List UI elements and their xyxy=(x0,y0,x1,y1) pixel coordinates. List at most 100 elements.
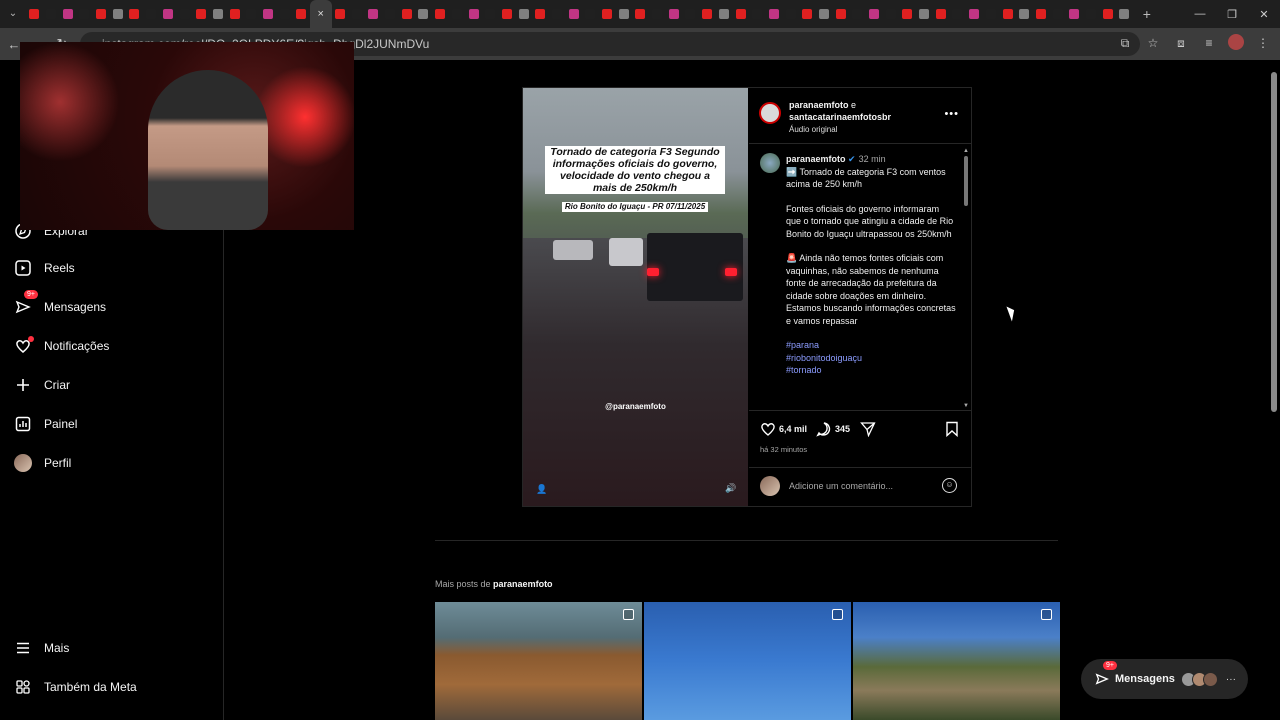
browser-tab[interactable] xyxy=(365,0,382,28)
caption-author[interactable]: paranaemfoto xyxy=(786,154,846,164)
hashtag-link[interactable]: #riobonitodoiguaçu xyxy=(786,352,956,365)
browser-tab[interactable] xyxy=(532,0,549,28)
browser-tab[interactable] xyxy=(1083,0,1100,28)
browser-tab[interactable] xyxy=(243,0,260,28)
post-thumbnail[interactable] xyxy=(853,602,1060,720)
tagged-user-icon[interactable]: 👤 xyxy=(536,484,547,495)
sidebar-item-more[interactable]: Mais xyxy=(14,639,69,657)
coauthor-link[interactable]: santacatarinaemfotosbr xyxy=(789,112,891,122)
browser-tab[interactable] xyxy=(949,0,966,28)
post-thumbnail[interactable] xyxy=(644,602,851,720)
audio-label[interactable]: Áudio original xyxy=(789,125,837,134)
new-tab-button[interactable]: + xyxy=(1143,6,1151,22)
extensions-icon[interactable]: ⧈ xyxy=(1172,34,1190,52)
browser-tab[interactable] xyxy=(59,0,76,28)
browser-tab[interactable] xyxy=(109,0,126,28)
browser-tab[interactable] xyxy=(983,0,1000,28)
browser-tab[interactable] xyxy=(565,0,582,28)
bookmark-star-icon[interactable]: ☆ xyxy=(1144,34,1162,52)
browser-tab[interactable] xyxy=(415,0,432,28)
browser-tab[interactable] xyxy=(193,0,210,28)
scroll-down-icon[interactable]: ▼ xyxy=(963,403,969,409)
author-link[interactable]: paranaemfoto xyxy=(789,100,849,110)
sidebar-item-reels[interactable]: Reels xyxy=(14,259,75,277)
browser-tab[interactable] xyxy=(482,0,499,28)
scroll-up-icon[interactable]: ▲ xyxy=(963,148,969,154)
browser-tab[interactable] xyxy=(176,0,193,28)
browser-tab[interactable] xyxy=(382,0,399,28)
browser-tab[interactable] xyxy=(665,0,682,28)
browser-tab[interactable] xyxy=(210,0,227,28)
browser-tab[interactable]: × xyxy=(309,0,332,28)
browser-tab[interactable] xyxy=(226,0,243,28)
browser-tab[interactable] xyxy=(1016,0,1033,28)
browser-tab[interactable] xyxy=(916,0,933,28)
sidebar-item-also-from-meta[interactable]: Também da Meta xyxy=(14,678,137,696)
sidebar-item-dashboard[interactable]: Painel xyxy=(14,415,77,433)
browser-tab[interactable] xyxy=(1033,0,1050,28)
minimize-icon[interactable]: — xyxy=(1184,8,1216,20)
browser-tab[interactable] xyxy=(1066,0,1083,28)
browser-tab[interactable] xyxy=(276,0,293,28)
browser-tab[interactable] xyxy=(398,0,415,28)
save-button[interactable] xyxy=(945,421,959,437)
close-tab-icon[interactable]: × xyxy=(317,8,323,20)
browser-tab[interactable] xyxy=(293,0,310,28)
browser-tab[interactable] xyxy=(632,0,649,28)
sidebar-item-create[interactable]: Criar xyxy=(14,376,70,394)
browser-tab[interactable] xyxy=(465,0,482,28)
browser-tab[interactable] xyxy=(93,0,110,28)
maximize-icon[interactable]: ❐ xyxy=(1216,8,1248,21)
install-app-icon[interactable]: ⧉ xyxy=(1116,34,1134,52)
browser-tab[interactable] xyxy=(832,0,849,28)
scrollbar-thumb[interactable] xyxy=(964,156,968,206)
browser-tab[interactable] xyxy=(732,0,749,28)
browser-tab[interactable] xyxy=(682,0,699,28)
browser-tab[interactable] xyxy=(816,0,833,28)
sidebar-item-notifications[interactable]: Notificações xyxy=(14,336,109,355)
reel-video[interactable]: Tornado de categoria F3 Segundo informaç… xyxy=(523,88,748,506)
browser-tab[interactable] xyxy=(1116,0,1133,28)
browser-tab[interactable] xyxy=(649,0,666,28)
browser-tab[interactable] xyxy=(515,0,532,28)
browser-tab[interactable] xyxy=(332,0,349,28)
browser-tab[interactable] xyxy=(782,0,799,28)
browser-tab[interactable] xyxy=(582,0,599,28)
browser-tab[interactable] xyxy=(849,0,866,28)
comment-button[interactable]: 345 xyxy=(816,421,850,437)
author-avatar[interactable] xyxy=(759,102,781,124)
browser-tab[interactable] xyxy=(76,0,93,28)
browser-tab[interactable] xyxy=(882,0,899,28)
browser-tab[interactable] xyxy=(932,0,949,28)
browser-tab[interactable] xyxy=(26,0,43,28)
browser-tab[interactable] xyxy=(499,0,516,28)
browser-tab[interactable] xyxy=(749,0,766,28)
hashtag-link[interactable]: #tornado xyxy=(786,364,956,377)
media-control-icon[interactable]: ≡ xyxy=(1200,34,1218,52)
caption-author-avatar[interactable] xyxy=(760,153,780,173)
hashtag-link[interactable]: #parana xyxy=(786,339,956,352)
profile-avatar[interactable] xyxy=(1228,34,1244,50)
browser-tab[interactable] xyxy=(899,0,916,28)
browser-tab[interactable] xyxy=(126,0,143,28)
browser-tab[interactable] xyxy=(799,0,816,28)
browser-tab[interactable] xyxy=(143,0,160,28)
browser-tab[interactable] xyxy=(348,0,365,28)
browser-tab[interactable] xyxy=(1049,0,1066,28)
browser-tab[interactable] xyxy=(599,0,616,28)
page-scrollbar-thumb[interactable] xyxy=(1271,72,1277,412)
browser-tab[interactable] xyxy=(160,0,177,28)
browser-tab[interactable] xyxy=(999,0,1016,28)
browser-tab[interactable] xyxy=(260,0,277,28)
post-thumbnail[interactable] xyxy=(435,602,642,720)
sidebar-item-profile[interactable]: Perfil xyxy=(14,454,71,472)
page-scrollbar[interactable] xyxy=(1270,62,1278,718)
browser-tab[interactable] xyxy=(766,0,783,28)
browser-tab[interactable] xyxy=(449,0,466,28)
sidebar-item-messages[interactable]: 9+ Mensagens xyxy=(14,290,106,316)
comment-input[interactable]: Adicione um comentário... xyxy=(789,481,893,491)
browser-tab[interactable] xyxy=(549,0,566,28)
emoji-icon[interactable]: ☺ xyxy=(942,478,957,493)
browser-tab[interactable] xyxy=(43,0,60,28)
share-button[interactable] xyxy=(860,421,876,437)
